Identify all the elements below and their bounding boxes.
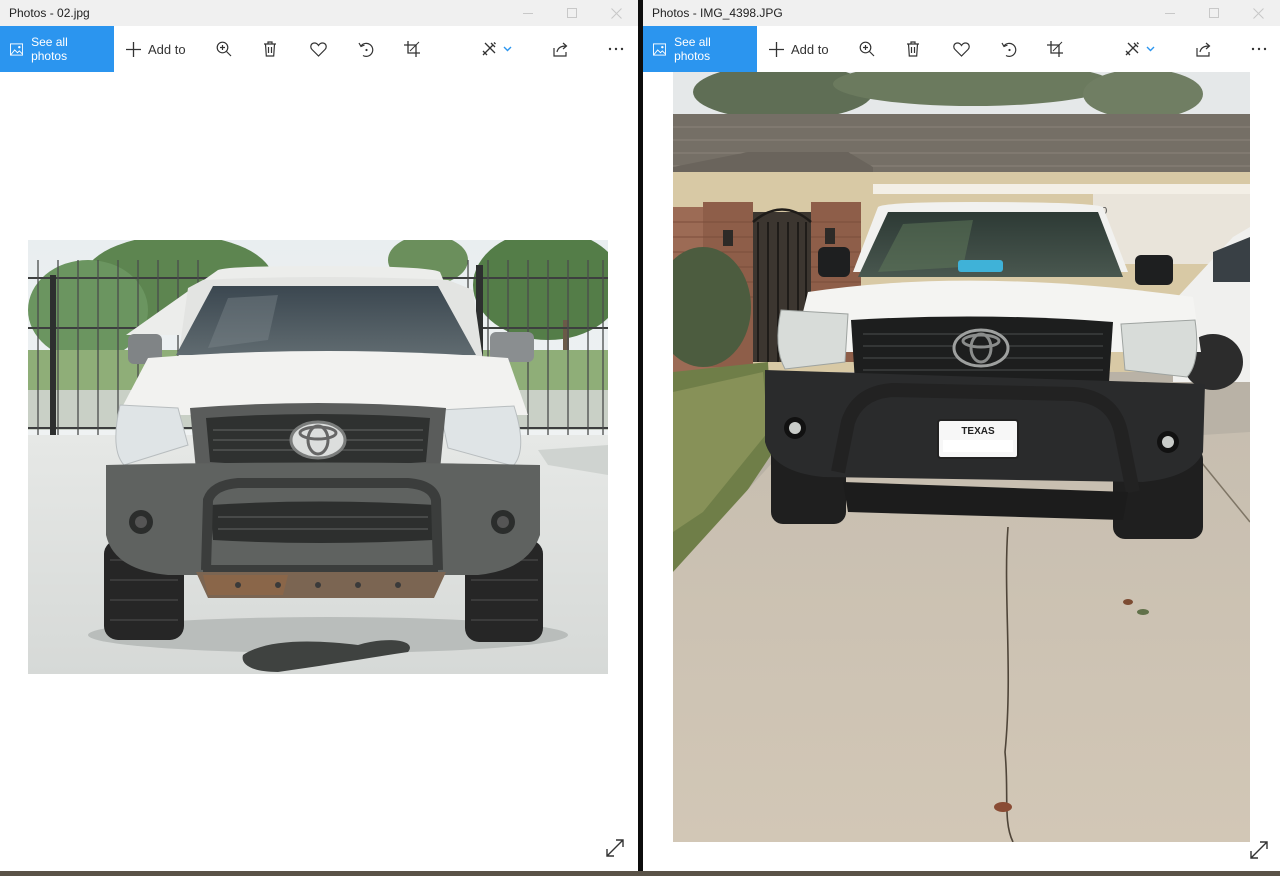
zoom-in-icon (859, 41, 875, 57)
close-icon (610, 7, 622, 19)
more-button[interactable] (596, 26, 636, 72)
expand-icon[interactable] (1248, 839, 1270, 861)
crop-icon (1047, 41, 1063, 57)
edit-create-icon (482, 42, 496, 56)
rotate-button[interactable] (989, 26, 1029, 72)
desktop: Photos - 02.jpg See all photos Add to Ph… (0, 0, 1280, 876)
more-button[interactable] (1239, 26, 1279, 72)
crop-button[interactable] (1035, 26, 1075, 72)
close-icon (1252, 7, 1264, 19)
zoom-button[interactable] (847, 26, 887, 72)
share-icon (1196, 42, 1211, 57)
see-all-photos-button[interactable]: See all photos (0, 26, 114, 72)
trash-icon (907, 41, 919, 57)
rotate-icon (1000, 42, 1016, 57)
favorite-button[interactable] (941, 26, 981, 72)
edit-create-button[interactable] (470, 26, 522, 72)
toolbar: See all photos Add to (643, 26, 1280, 72)
zoom-in-icon (216, 41, 232, 57)
close-button[interactable] (594, 0, 638, 26)
edit-create-icon (1125, 42, 1139, 56)
see-all-photos-label: See all photos (674, 35, 711, 63)
add-to-button[interactable]: Add to (757, 26, 841, 72)
minimize-button[interactable] (1148, 0, 1192, 26)
zoom-button[interactable] (204, 26, 244, 72)
add-to-label: Add to (791, 41, 829, 57)
delete-button[interactable] (893, 26, 933, 72)
heart-icon (309, 41, 327, 57)
photos-window-left: Photos - 02.jpg See all photos Add to (0, 0, 638, 871)
title-bar: Photos - 02.jpg (0, 0, 638, 26)
more-icon (1251, 47, 1267, 51)
picture-icon (653, 42, 667, 56)
truck-image (28, 240, 608, 674)
crop-icon (404, 41, 420, 57)
caption-buttons (506, 0, 638, 26)
minimize-button[interactable] (506, 0, 550, 26)
heart-icon (952, 41, 970, 57)
photo-viewer[interactable]: 1430 (643, 72, 1280, 871)
photo-viewer[interactable] (0, 72, 638, 871)
share-button[interactable] (1184, 26, 1224, 72)
favorite-button[interactable] (298, 26, 338, 72)
maximize-button[interactable] (1192, 0, 1236, 26)
caption-buttons (1148, 0, 1280, 26)
chevron-down-icon (1146, 46, 1154, 52)
add-to-label: Add to (148, 41, 186, 57)
plus-icon (126, 41, 141, 57)
see-all-photos-button[interactable]: See all photos (643, 26, 757, 72)
truck-photo-right: 1430 (673, 72, 1250, 842)
trash-icon (264, 41, 276, 57)
window-title: Photos - 02.jpg (9, 6, 90, 20)
rotate-icon (357, 42, 373, 57)
close-button[interactable] (1236, 0, 1280, 26)
picture-icon (10, 42, 24, 56)
expand-icon[interactable] (604, 837, 626, 859)
window-title: Photos - IMG_4398.JPG (652, 6, 783, 20)
see-all-photos-label: See all photos (31, 35, 68, 63)
photos-window-right: Photos - IMG_4398.JPG See all photos Add… (643, 0, 1280, 871)
share-icon (553, 42, 568, 57)
add-to-button[interactable]: Add to (114, 26, 198, 72)
more-icon (608, 47, 624, 51)
delete-button[interactable] (250, 26, 290, 72)
edit-create-button[interactable] (1113, 26, 1165, 72)
crop-button[interactable] (392, 26, 432, 72)
share-button[interactable] (541, 26, 581, 72)
maximize-button[interactable] (550, 0, 594, 26)
truck-photo-left (28, 240, 608, 674)
toolbar: See all photos Add to (0, 26, 638, 72)
rotate-button[interactable] (346, 26, 386, 72)
chevron-down-icon (503, 46, 511, 52)
title-bar: Photos - IMG_4398.JPG (643, 0, 1280, 26)
desktop-strip (0, 871, 1280, 876)
plate-text: TEXAS (961, 426, 995, 437)
truck-image: 1430 (673, 72, 1250, 842)
plus-icon (769, 41, 784, 57)
